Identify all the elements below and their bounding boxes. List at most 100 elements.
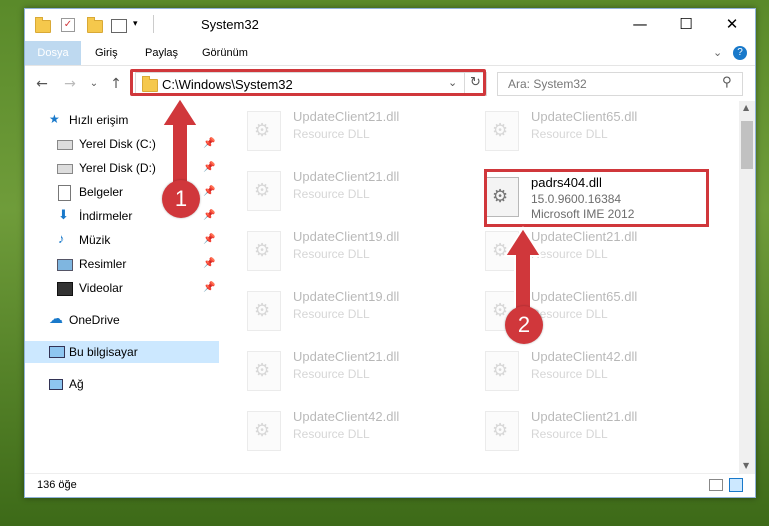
file-description: Resource DLL — [531, 127, 608, 141]
sidebar-item-music[interactable]: ♪ Müzik 📌 — [25, 229, 219, 251]
dll-file-icon — [485, 411, 519, 451]
ribbon-tabs: Dosya Giriş Paylaş Görünüm ⌄ ? — [25, 41, 755, 93]
ribbon-expand-icon[interactable]: ⌄ — [713, 41, 722, 65]
tab-home[interactable]: Giriş — [95, 41, 118, 65]
forward-button[interactable]: → — [61, 75, 79, 93]
dll-file-icon — [247, 351, 281, 391]
sidebar-item-quick-access[interactable]: ★ Hızlı erişim — [25, 109, 219, 131]
computer-icon — [49, 346, 65, 358]
file-name: UpdateClient42.dll — [293, 409, 400, 424]
sidebar-item-drive-d[interactable]: Yerel Disk (D:) 📌 — [25, 157, 219, 179]
sidebar-item-pictures[interactable]: Resimler 📌 — [25, 253, 219, 275]
customize-toolbar-icon[interactable]: ▾ — [133, 19, 149, 35]
sidebar-item-label: Müzik — [79, 233, 111, 247]
scroll-up-icon[interactable]: ▲ — [743, 103, 749, 112]
pin-icon[interactable]: 📌 — [203, 210, 215, 221]
list-item[interactable]: UpdateClient42.dll Resource DLL — [479, 345, 699, 397]
pin-icon[interactable]: 📌 — [203, 162, 215, 173]
file-name: UpdateClient21.dll — [531, 409, 638, 424]
help-icon[interactable]: ? — [733, 46, 747, 60]
sidebar-item-label: Belgeler — [79, 185, 124, 199]
list-item[interactable]: UpdateClient19.dll Resource DLL — [241, 225, 461, 277]
file-description: Resource DLL — [293, 427, 370, 441]
pin-icon[interactable]: 📌 — [203, 282, 215, 293]
sidebar-item-label: Yerel Disk (C:) — [79, 137, 156, 151]
sidebar-item-this-pc[interactable]: Bu bilgisayar — [25, 341, 219, 363]
navigation-bar: ← → ⌄ ↑ C:\Windows\System32 ⌄ ↻ Ara: Sys… — [25, 65, 755, 102]
dll-file-icon — [247, 291, 281, 331]
vertical-scrollbar[interactable]: ▲ ▼ — [739, 101, 755, 473]
back-button[interactable]: ← — [33, 75, 51, 93]
file-list: UpdateClient21.dll Resource DLL UpdateCl… — [221, 101, 739, 473]
item-count: 136 öğe — [37, 479, 77, 491]
sidebar-item-label: Resimler — [79, 257, 127, 271]
sidebar-item-label: Ağ — [69, 377, 84, 391]
star-icon: ★ — [49, 112, 60, 126]
pin-icon[interactable]: 📌 — [203, 258, 215, 269]
dll-file-icon — [485, 351, 519, 391]
sidebar-item-label: OneDrive — [69, 313, 120, 327]
list-item[interactable]: UpdateClient21.dll Resource DLL — [241, 165, 461, 217]
dll-file-icon — [485, 231, 519, 271]
sidebar-item-label: İndirmeler — [79, 209, 133, 223]
title-divider — [153, 15, 154, 33]
annotation-badge-2: 2 — [505, 306, 543, 344]
file-name: UpdateClient21.dll — [293, 349, 400, 364]
downloads-icon: ⬇ — [58, 207, 69, 222]
videos-icon — [57, 282, 73, 296]
tiles-view-icon[interactable] — [729, 478, 743, 492]
sidebar-item-videos[interactable]: Videolar 📌 — [25, 277, 219, 299]
list-item[interactable]: UpdateClient21.dll Resource DLL — [479, 405, 699, 457]
scrollbar-thumb[interactable] — [741, 121, 753, 169]
file-description: Resource DLL — [293, 247, 370, 261]
sidebar-item-drive-c[interactable]: Yerel Disk (C:) 📌 — [25, 133, 219, 155]
list-item[interactable]: UpdateClient65.dll Resource DLL — [479, 105, 699, 157]
file-description: Resource DLL — [293, 187, 370, 201]
dll-file-icon — [247, 171, 281, 211]
details-view-icon[interactable] — [709, 479, 723, 491]
scroll-down-icon[interactable]: ▼ — [743, 461, 749, 470]
file-name: UpdateClient42.dll — [531, 349, 638, 364]
view-icon[interactable] — [111, 19, 127, 33]
up-button[interactable]: ↑ — [107, 75, 125, 93]
title-bar: ✓ ▾ System32 — ☐ ✕ — [25, 9, 755, 41]
folder-icon — [35, 17, 51, 33]
list-item[interactable]: UpdateClient21.dll Resource DLL — [241, 345, 461, 397]
search-box[interactable]: Ara: System32 ⚲ — [497, 72, 743, 96]
tab-view[interactable]: Görünüm — [202, 41, 248, 65]
drive-icon — [57, 140, 73, 150]
network-icon — [49, 379, 63, 390]
file-name: UpdateClient65.dll — [531, 289, 638, 304]
tab-share[interactable]: Paylaş — [145, 41, 178, 65]
pin-icon[interactable]: 📌 — [203, 234, 215, 245]
sidebar-item-network[interactable]: Ağ — [25, 373, 219, 395]
file-description: Resource DLL — [531, 367, 608, 381]
explorer-window: ✓ ▾ System32 — ☐ ✕ Dosya Giriş Paylaş Gö… — [24, 8, 756, 498]
new-folder-icon[interactable] — [87, 17, 103, 33]
file-name: UpdateClient19.dll — [293, 289, 400, 304]
recent-locations-button[interactable]: ⌄ — [85, 75, 103, 93]
file-description: Resource DLL — [293, 307, 370, 321]
list-item[interactable]: UpdateClient21.dll Resource DLL — [479, 225, 699, 277]
drive-icon — [57, 164, 73, 174]
pin-icon[interactable]: 📌 — [203, 138, 215, 149]
close-button[interactable]: ✕ — [709, 9, 755, 41]
annotation-badge-1: 1 — [162, 180, 200, 218]
cloud-icon: ☁ — [49, 310, 63, 326]
list-item[interactable]: UpdateClient42.dll Resource DLL — [241, 405, 461, 457]
pictures-icon — [57, 259, 73, 271]
file-description: Resource DLL — [293, 367, 370, 381]
file-name: UpdateClient21.dll — [531, 229, 638, 244]
sidebar-item-label: Bu bilgisayar — [69, 345, 138, 359]
list-item[interactable]: UpdateClient19.dll Resource DLL — [241, 285, 461, 337]
minimize-button[interactable]: — — [617, 9, 663, 41]
maximize-button[interactable]: ☐ — [663, 9, 709, 41]
sidebar-item-onedrive[interactable]: ☁ OneDrive — [25, 309, 219, 331]
dll-file-icon — [247, 111, 281, 151]
search-icon[interactable]: ⚲ — [722, 75, 732, 90]
list-item[interactable]: UpdateClient21.dll Resource DLL — [241, 105, 461, 157]
pin-icon[interactable]: 📌 — [203, 186, 215, 197]
file-name: UpdateClient65.dll — [531, 109, 638, 124]
properties-icon[interactable]: ✓ — [61, 18, 75, 32]
search-placeholder: Ara: System32 — [508, 77, 587, 91]
